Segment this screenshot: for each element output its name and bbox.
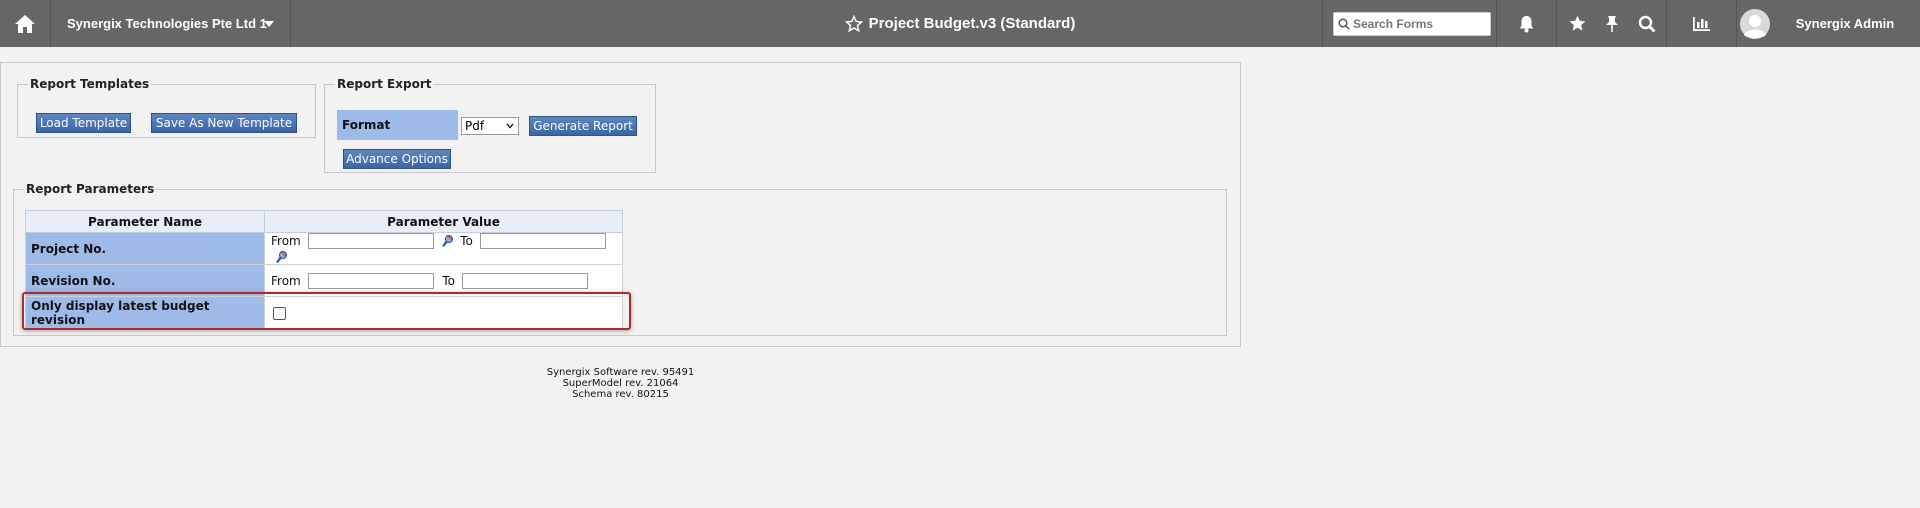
- user-name[interactable]: Synergix Admin: [1780, 0, 1910, 47]
- format-select[interactable]: Pdf: [461, 117, 519, 135]
- latest-revision-checkbox[interactable]: [273, 306, 286, 320]
- supermodel-revision: SuperModel rev. 21064: [562, 378, 679, 389]
- format-select-value: Pdf: [465, 119, 485, 133]
- user-avatar-icon: [1740, 8, 1770, 39]
- lookup-icon[interactable]: [440, 234, 454, 248]
- table-row: Project No. From To: [25, 232, 623, 265]
- favorite-star-icon[interactable]: [844, 14, 863, 33]
- favorites-button[interactable]: [1557, 0, 1597, 47]
- bar-chart-icon: [1693, 16, 1710, 31]
- footer-revisions: Synergix Software rev. 95491 SuperModel …: [0, 367, 1241, 400]
- to-label: To: [460, 234, 473, 249]
- project-no-from-input[interactable]: [307, 233, 434, 250]
- table-row: Revision No. From To: [25, 264, 623, 297]
- lookup-icon[interactable]: [274, 250, 288, 264]
- param-name-project-no: Project No.: [25, 232, 265, 265]
- company-name: Synergix Technologies Pte Ltd 1: [67, 16, 267, 31]
- report-templates-group: Report Templates Load Template Save As N…: [17, 77, 316, 138]
- search-forms-area: [1322, 0, 1497, 47]
- chevron-down-icon: [264, 21, 274, 27]
- search-box: [1333, 11, 1491, 36]
- notifications-button[interactable]: [1497, 0, 1557, 47]
- parameter-table: Parameter Name Parameter Value Project N…: [25, 210, 623, 329]
- search-icon: [1338, 17, 1350, 30]
- revision-no-to-input[interactable]: [461, 272, 588, 289]
- report-templates-legend: Report Templates: [30, 77, 150, 91]
- report-export-group: Report Export Format Pdf Generate Report…: [324, 77, 656, 173]
- magnifier-icon: [1638, 15, 1655, 32]
- table-row: Only display latest budget revision: [25, 296, 623, 329]
- column-header-parameter-value: Parameter Value: [264, 210, 623, 233]
- param-value-project-no: From To: [264, 232, 623, 265]
- home-icon: [15, 14, 35, 33]
- report-parameters-legend: Report Parameters: [26, 182, 155, 196]
- search-forms-input[interactable]: [1353, 13, 1489, 34]
- chevron-down-icon: [506, 123, 514, 129]
- revision-no-from-input[interactable]: [307, 272, 434, 289]
- column-header-parameter-name: Parameter Name: [25, 210, 265, 233]
- software-revision: Synergix Software rev. 95491: [546, 367, 695, 378]
- top-bar: Synergix Technologies Pte Ltd 1 Project …: [0, 0, 1920, 47]
- star-icon: [1569, 15, 1585, 31]
- from-label: From: [271, 234, 301, 249]
- pin-button[interactable]: [1597, 0, 1627, 47]
- bell-icon: [1519, 15, 1534, 32]
- param-name-revision-no: Revision No.: [25, 264, 265, 297]
- pin-icon: [1606, 15, 1618, 32]
- param-value-revision-no: From To: [264, 264, 623, 297]
- param-value-latest-revision: [264, 296, 623, 329]
- advance-options-button[interactable]: Advance Options: [343, 149, 451, 169]
- schema-revision: Schema rev. 80215: [572, 389, 669, 400]
- to-label: To: [442, 273, 456, 288]
- param-name-latest-revision: Only display latest budget revision: [25, 296, 265, 329]
- generate-report-button[interactable]: Generate Report: [529, 116, 637, 136]
- company-selector[interactable]: Synergix Technologies Pte Ltd 1: [51, 0, 291, 47]
- save-as-new-template-button[interactable]: Save As New Template: [151, 113, 297, 133]
- page-title: Project Budget.v3 (Standard): [868, 15, 1076, 32]
- from-label: From: [271, 273, 301, 288]
- global-search-button[interactable]: [1627, 0, 1667, 47]
- avatar[interactable]: [1737, 0, 1773, 47]
- format-label: Format: [337, 110, 458, 140]
- load-template-button[interactable]: Load Template: [36, 113, 131, 133]
- report-export-legend: Report Export: [337, 77, 432, 91]
- table-header-row: Parameter Name Parameter Value: [25, 210, 623, 233]
- dashboard-button[interactable]: [1667, 0, 1737, 47]
- project-no-to-input[interactable]: [479, 233, 606, 250]
- home-button[interactable]: [0, 0, 51, 47]
